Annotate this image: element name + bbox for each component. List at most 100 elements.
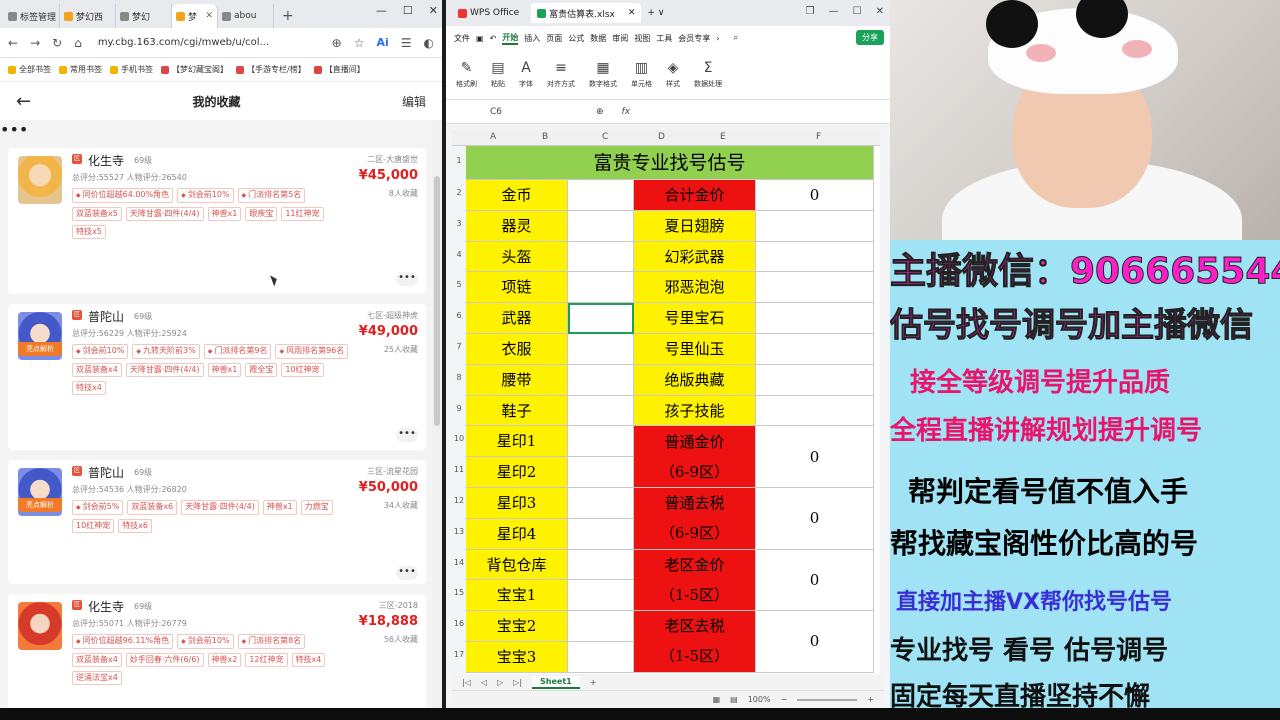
label-cell[interactable]: 金币 bbox=[466, 180, 568, 211]
label-cell[interactable]: 宝宝1 bbox=[466, 580, 568, 612]
data-process-button[interactable]: Σ 数据处理 bbox=[694, 61, 722, 89]
chevron-right-icon[interactable]: › bbox=[716, 34, 719, 43]
row-label[interactable]: 2 bbox=[452, 188, 466, 197]
row-label[interactable]: 16 bbox=[452, 619, 466, 628]
input-cell[interactable] bbox=[568, 241, 634, 273]
row-label[interactable]: 4 bbox=[452, 250, 466, 259]
back-nav-icon[interactable]: ← bbox=[8, 36, 18, 50]
row-label[interactable]: 6 bbox=[452, 311, 466, 320]
column-label[interactable]: D bbox=[658, 132, 665, 142]
price-block-cell[interactable]: 普通去税 （6-9区） bbox=[634, 488, 756, 550]
zoom-icon[interactable]: ⊕ bbox=[332, 36, 342, 50]
price-value-cell[interactable]: 0 bbox=[756, 549, 874, 612]
row-label[interactable]: 11 bbox=[452, 465, 466, 474]
more-options-button[interactable]: ••• bbox=[396, 566, 418, 580]
label-cell[interactable]: 星印4 bbox=[466, 518, 568, 550]
label-cell[interactable]: 星印1 bbox=[466, 426, 568, 458]
browser-tab[interactable]: 标签管理 bbox=[4, 4, 60, 28]
price-block-cell[interactable]: 老区金价 （1-5区） bbox=[634, 549, 756, 612]
browser-tab[interactable]: 梦幻西 bbox=[60, 4, 116, 28]
page-scrollbar[interactable] bbox=[432, 120, 442, 708]
input-cell[interactable] bbox=[568, 457, 634, 488]
input-cell[interactable] bbox=[568, 395, 634, 427]
item-label-cell[interactable]: 孩子技能 bbox=[634, 395, 756, 427]
row-label[interactable]: 7 bbox=[452, 342, 466, 351]
value-cell[interactable] bbox=[756, 303, 874, 334]
column-label[interactable]: F bbox=[816, 132, 821, 142]
value-cell[interactable] bbox=[756, 334, 874, 365]
total-value-cell[interactable]: 0 bbox=[756, 180, 874, 211]
column-label[interactable]: E bbox=[720, 132, 726, 142]
menu-file[interactable]: 文件 bbox=[454, 33, 470, 44]
settings-icon[interactable]: ◐ bbox=[424, 36, 434, 50]
price-value-cell[interactable]: 0 bbox=[756, 426, 874, 488]
label-cell[interactable]: 器灵 bbox=[466, 210, 568, 242]
value-cell[interactable] bbox=[756, 364, 874, 396]
bookmark-item[interactable]: 【手游专栏/榜】 bbox=[236, 64, 306, 75]
input-cell[interactable] bbox=[568, 518, 634, 550]
row-label[interactable]: 3 bbox=[452, 219, 466, 228]
row-label[interactable]: 9 bbox=[452, 404, 466, 413]
close-window-button[interactable]: ✕ bbox=[876, 6, 884, 17]
minimize-button[interactable]: — bbox=[829, 6, 839, 17]
extensions-icon[interactable]: ☰ bbox=[401, 36, 412, 50]
last-sheet-icon[interactable]: ▷| bbox=[513, 678, 522, 687]
price-value-cell[interactable]: 0 bbox=[756, 611, 874, 673]
scrollbar-thumb[interactable] bbox=[434, 176, 440, 426]
input-cell[interactable] bbox=[568, 272, 634, 304]
align-button[interactable]: ≡ 对齐方式 bbox=[547, 61, 575, 89]
label-cell[interactable]: 背包仓库 bbox=[466, 549, 568, 581]
analysis-badge[interactable]: 亮点解析 bbox=[18, 342, 62, 356]
style-button[interactable]: ◈ 样式 bbox=[666, 61, 680, 89]
input-cell[interactable] bbox=[568, 210, 634, 242]
value-cell[interactable] bbox=[756, 210, 874, 242]
input-cell[interactable] bbox=[568, 303, 634, 334]
input-cell[interactable] bbox=[568, 364, 634, 396]
maximize-button[interactable]: ☐ bbox=[403, 4, 413, 17]
item-label-cell[interactable]: 邪恶泡泡 bbox=[634, 272, 756, 304]
input-cell[interactable] bbox=[568, 611, 634, 642]
browser-tab[interactable]: abou bbox=[218, 4, 274, 28]
ai-assistant-button[interactable]: Ai bbox=[376, 36, 388, 49]
menu-data[interactable]: 数据 bbox=[590, 33, 606, 44]
more-options-button[interactable]: ••• bbox=[0, 120, 432, 139]
home-icon[interactable]: ⌂ bbox=[74, 36, 82, 50]
new-tab-button[interactable]: + bbox=[274, 4, 302, 28]
row-label[interactable]: 17 bbox=[452, 650, 466, 659]
label-cell[interactable]: 项链 bbox=[466, 272, 568, 304]
star-bookmark-icon[interactable]: ☆ bbox=[354, 36, 365, 50]
label-cell[interactable]: 星印2 bbox=[466, 457, 568, 488]
browser-tab[interactable]: 梦幻 bbox=[116, 4, 172, 28]
back-arrow-icon[interactable]: ← bbox=[16, 91, 31, 112]
zoom-level[interactable]: 100% bbox=[748, 695, 771, 704]
next-sheet-icon[interactable]: ▷ bbox=[497, 678, 503, 687]
menu-tools[interactable]: 工具 bbox=[656, 33, 672, 44]
page-view-icon[interactable]: ▤ bbox=[730, 695, 738, 704]
row-label[interactable]: 10 bbox=[452, 434, 466, 443]
close-tab-icon[interactable]: ✕ bbox=[628, 8, 636, 18]
menu-review[interactable]: 审阅 bbox=[612, 33, 628, 44]
edit-button[interactable]: 编辑 bbox=[402, 93, 426, 110]
sheet-tab[interactable]: Sheet1 bbox=[532, 675, 580, 689]
row-label[interactable]: 12 bbox=[452, 496, 466, 505]
sheet-title[interactable]: 富贵专业找号估号 bbox=[466, 146, 874, 180]
restore-icon[interactable]: ❐ bbox=[806, 6, 815, 17]
value-cell[interactable] bbox=[756, 395, 874, 427]
wps-file-tab[interactable]: 富贵估算表.xlsx ✕ bbox=[531, 3, 642, 23]
label-cell[interactable]: 宝宝3 bbox=[466, 642, 568, 673]
row-label[interactable]: 15 bbox=[452, 588, 466, 597]
zoom-cell-icon[interactable]: ⊕ bbox=[596, 107, 604, 117]
label-cell[interactable]: 腰带 bbox=[466, 364, 568, 396]
item-label-cell[interactable]: 号里宝石 bbox=[634, 303, 756, 334]
prev-sheet-icon[interactable]: ◁ bbox=[481, 678, 487, 687]
bookmark-item[interactable]: 常用书签 bbox=[59, 64, 102, 75]
paste-button[interactable]: ▤ 粘贴 bbox=[491, 61, 505, 89]
menu-member[interactable]: 会员专享 bbox=[678, 33, 710, 44]
row-label[interactable]: 1 bbox=[452, 156, 466, 165]
zoom-slider[interactable] bbox=[797, 698, 858, 701]
input-cell[interactable] bbox=[568, 580, 634, 612]
row-label[interactable]: 13 bbox=[452, 527, 466, 536]
add-sheet-icon[interactable]: + bbox=[590, 678, 597, 687]
listing-card[interactable]: 区 化生寺 69级 二区-大唐盛世 总评分:55527 人物评分:26540 ¥… bbox=[8, 148, 426, 294]
first-sheet-icon[interactable]: |◁ bbox=[462, 678, 471, 687]
